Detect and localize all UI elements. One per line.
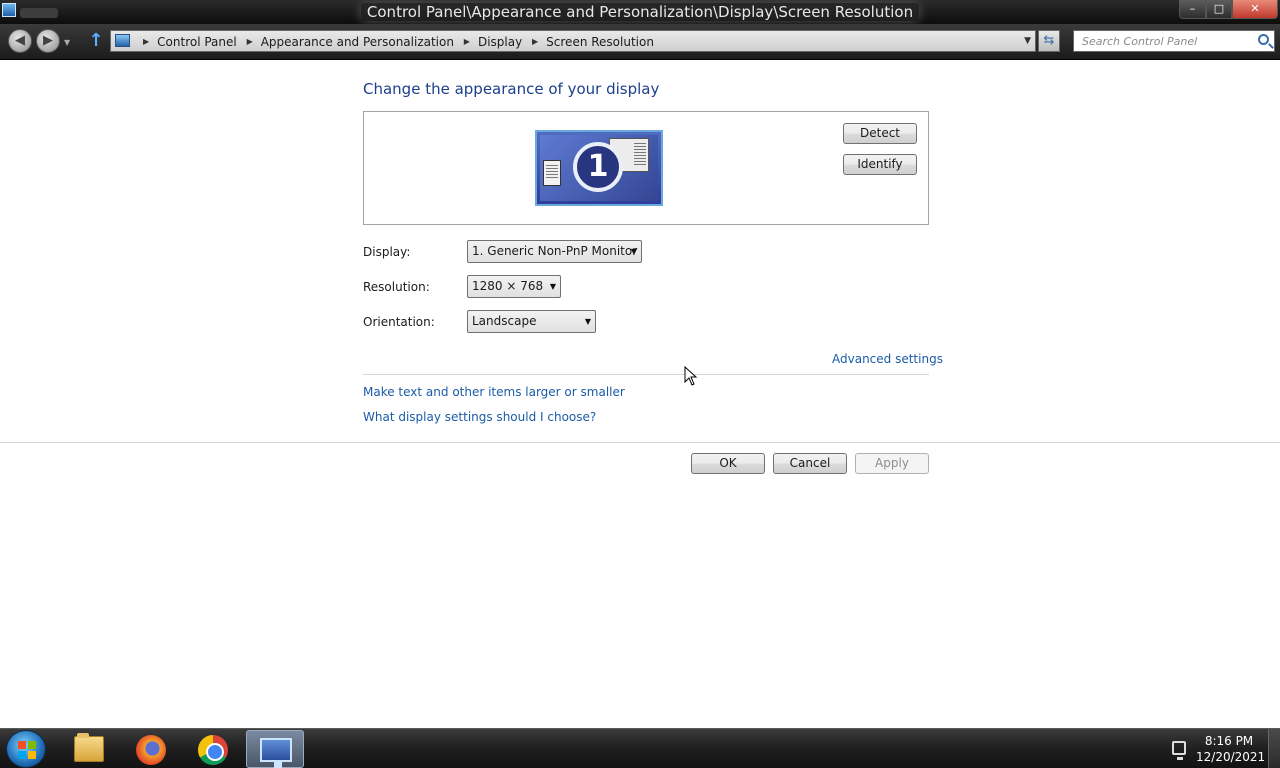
network-icon[interactable]	[1172, 741, 1186, 760]
refresh-button[interactable]: ⇆	[1038, 30, 1060, 52]
chevron-down-icon: ▼	[549, 282, 556, 291]
chevron-down-icon: ▼	[584, 317, 591, 326]
footer-divider	[0, 442, 1280, 443]
identify-button[interactable]: Identify	[843, 154, 917, 175]
search-box[interactable]	[1073, 30, 1275, 52]
display-preview: 1 Detect Identify	[363, 111, 929, 225]
system-clock[interactable]: 8:16 PM 12/20/2021	[1196, 733, 1266, 765]
address-bar[interactable]: ▶ Control Panel ▶ Appearance and Personali…	[110, 30, 1036, 52]
breadcrumb: ▶ Control Panel ▶ Appearance and Personali…	[137, 31, 654, 51]
text-size-link[interactable]: Make text and other items larger or smal…	[363, 385, 625, 399]
detect-button[interactable]: Detect	[843, 123, 917, 144]
chevron-right-icon[interactable]: ▶	[464, 32, 470, 52]
window-title: Control Panel\Appearance and Personaliza…	[0, 3, 1280, 21]
forward-button[interactable]: ▶	[36, 29, 60, 53]
breadcrumb-appearance[interactable]: Appearance and Personalization	[261, 32, 454, 52]
chrome-icon	[198, 735, 228, 765]
display-select[interactable]: 1. Generic Non-PnP Monitor ▼	[467, 240, 642, 263]
advanced-settings-link[interactable]: Advanced settings	[832, 352, 943, 366]
breadcrumb-control-panel[interactable]: Control Panel	[157, 32, 237, 52]
display-select-value: 1. Generic Non-PnP Monitor	[472, 244, 638, 258]
section-divider	[363, 374, 929, 375]
breadcrumb-display[interactable]: Display	[478, 32, 522, 52]
title-bar: Control Panel\Appearance and Personaliza…	[0, 0, 1280, 24]
clock-time: 8:16 PM	[1204, 734, 1254, 748]
content-area: Change the appearance of your display 1 …	[0, 61, 1280, 728]
up-arrow-icon[interactable]: ↑	[87, 30, 105, 52]
monitor-number-badge: 1	[573, 142, 623, 192]
display-settings-icon	[260, 738, 292, 768]
chevron-down-icon: ▼	[630, 247, 637, 256]
taskbar-firefox[interactable]	[122, 730, 180, 768]
resolution-select-value: 1280 × 768	[472, 279, 544, 293]
control-panel-icon	[115, 34, 130, 47]
page-title: Change the appearance of your display	[363, 80, 660, 98]
display-label: Display:	[363, 245, 411, 259]
ok-button[interactable]: OK	[691, 453, 765, 474]
display-help-link[interactable]: What display settings should I choose?	[363, 410, 596, 424]
firefox-icon	[136, 735, 166, 765]
search-input[interactable]	[1074, 31, 1252, 51]
orientation-label: Orientation:	[363, 315, 435, 329]
recent-pages-dropdown[interactable]: ▼	[64, 38, 70, 47]
resolution-label: Resolution:	[363, 280, 430, 294]
start-button[interactable]	[6, 730, 46, 768]
windows-logo-icon	[18, 741, 36, 759]
close-button[interactable]: ✕	[1232, 0, 1278, 19]
chevron-right-icon[interactable]: ▶	[143, 32, 149, 52]
folder-icon	[74, 733, 104, 762]
chevron-right-icon[interactable]: ▶	[532, 32, 538, 52]
taskbar-screen-resolution[interactable]	[246, 730, 304, 768]
taskbar-explorer[interactable]	[60, 730, 118, 768]
back-button[interactable]: ◀	[8, 29, 32, 53]
taskbar: 8:16 PM 12/20/2021	[0, 728, 1280, 768]
window-thumbnail-icon	[543, 160, 561, 186]
apply-button[interactable]: Apply	[855, 453, 929, 474]
clock-date: 12/20/2021	[1196, 750, 1266, 764]
search-icon[interactable]	[1258, 34, 1269, 45]
taskbar-chrome[interactable]	[184, 730, 242, 768]
cancel-button[interactable]: Cancel	[773, 453, 847, 474]
monitor-1-tile[interactable]: 1	[535, 130, 663, 206]
orientation-select-value: Landscape	[472, 314, 537, 328]
navigation-bar: ◀ ▶ ▼ ↑ ▶ Control Panel ▶ Appearance and P…	[0, 24, 1280, 60]
minimize-button[interactable]: –	[1179, 0, 1206, 19]
breadcrumb-screen-resolution[interactable]: Screen Resolution	[546, 32, 654, 52]
address-dropdown-icon[interactable]: ▼	[1024, 31, 1031, 51]
show-desktop-button[interactable]	[1268, 729, 1280, 768]
maximize-button[interactable]: □	[1206, 0, 1232, 19]
orientation-select[interactable]: Landscape ▼	[467, 310, 596, 333]
chevron-right-icon[interactable]: ▶	[247, 32, 253, 52]
resolution-select[interactable]: 1280 × 768 ▼	[467, 275, 561, 298]
